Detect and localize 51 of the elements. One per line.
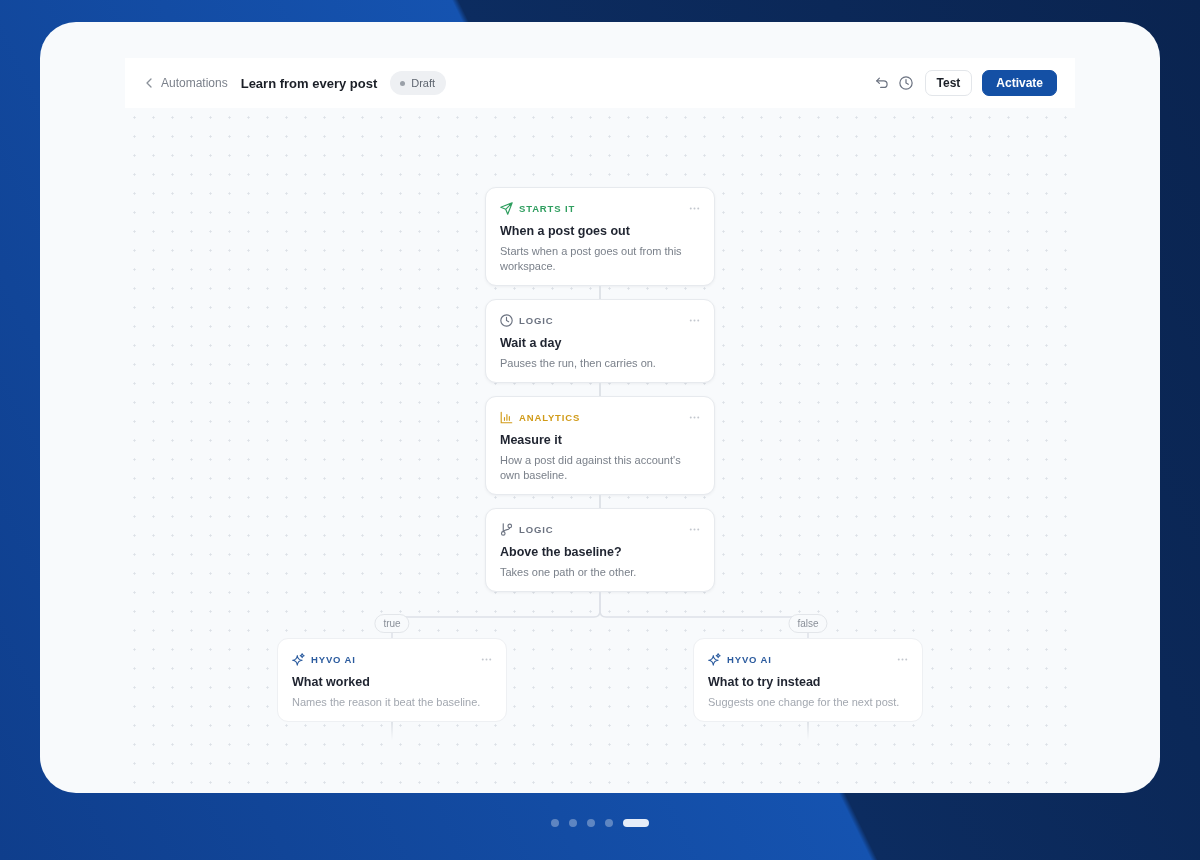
more-icon[interactable] xyxy=(689,527,700,531)
step-title: Wait a day xyxy=(500,335,563,351)
secondary-button[interactable]: Test xyxy=(924,70,973,96)
step-category: HYVO AI xyxy=(311,653,356,665)
step-description: Pauses the run, then carries on. xyxy=(500,356,657,371)
more-icon[interactable] xyxy=(689,415,700,419)
status-label: Draft xyxy=(411,77,436,89)
step-card[interactable]: LOGIC Above the baseline? Takes one path or the other. xyxy=(485,508,715,592)
branch-label: false xyxy=(788,614,828,633)
step-description: Starts when a post goes out from this workspace. xyxy=(500,244,683,274)
page-dot[interactable] xyxy=(587,819,595,827)
step-category: STARTS IT xyxy=(519,202,576,214)
step-description: Takes one path or the other. xyxy=(500,565,638,580)
page-dot[interactable] xyxy=(569,819,577,827)
more-icon[interactable] xyxy=(689,318,700,322)
sparkle-icon xyxy=(292,652,305,666)
primary-button[interactable]: Activate xyxy=(982,70,1057,96)
more-icon[interactable] xyxy=(897,657,908,661)
branch-icon xyxy=(500,522,513,536)
sparkle-icon xyxy=(708,652,721,666)
step-category: LOGIC xyxy=(519,314,554,326)
paper-plane-icon xyxy=(500,201,513,215)
step-category: HYVO AI xyxy=(727,653,772,665)
back-link[interactable]: Automations xyxy=(146,76,228,90)
step-description: How a post did against this account's own baseline. xyxy=(500,453,682,483)
more-icon[interactable] xyxy=(481,657,492,661)
more-icon[interactable] xyxy=(689,206,700,210)
page-dot[interactable] xyxy=(551,819,559,827)
step-card[interactable]: ANALYTICS Measure it How a post did against this account's own baseline. xyxy=(485,396,715,495)
undo-icon[interactable] xyxy=(874,76,889,90)
step-title: Above the baseline? xyxy=(500,544,623,560)
step-category: ANALYTICS xyxy=(519,411,581,423)
clock-icon xyxy=(500,313,513,327)
chevron-left-icon xyxy=(146,78,152,88)
step-title: What to try instead xyxy=(708,674,822,690)
step-description: Names the reason it beat the baseline. xyxy=(292,695,482,710)
history-icon[interactable] xyxy=(898,76,913,90)
step-card[interactable]: LOGIC Wait a day Pauses the run, then carries on. xyxy=(485,299,715,383)
bar-chart-icon xyxy=(500,410,513,424)
step-title: When a post goes out xyxy=(500,223,631,239)
step-title: What worked xyxy=(292,674,371,690)
page-dot[interactable] xyxy=(605,819,613,827)
step-title: Measure it xyxy=(500,432,563,448)
branch-label: true xyxy=(374,614,410,633)
step-description: Suggests one change for the next post. xyxy=(708,695,901,710)
step-card[interactable]: HYVO AI What to try instead Suggests one change for the next post. xyxy=(693,638,923,722)
step-card[interactable]: HYVO AI What worked Names the reason it beat the baseline. xyxy=(277,638,507,722)
step-category: LOGIC xyxy=(519,523,554,535)
status-dot-icon xyxy=(400,80,406,86)
step-card[interactable]: STARTS IT When a post goes out Starts when a post goes out from this workspace. xyxy=(485,187,715,286)
workflow-title: Learn from every post xyxy=(240,75,378,91)
